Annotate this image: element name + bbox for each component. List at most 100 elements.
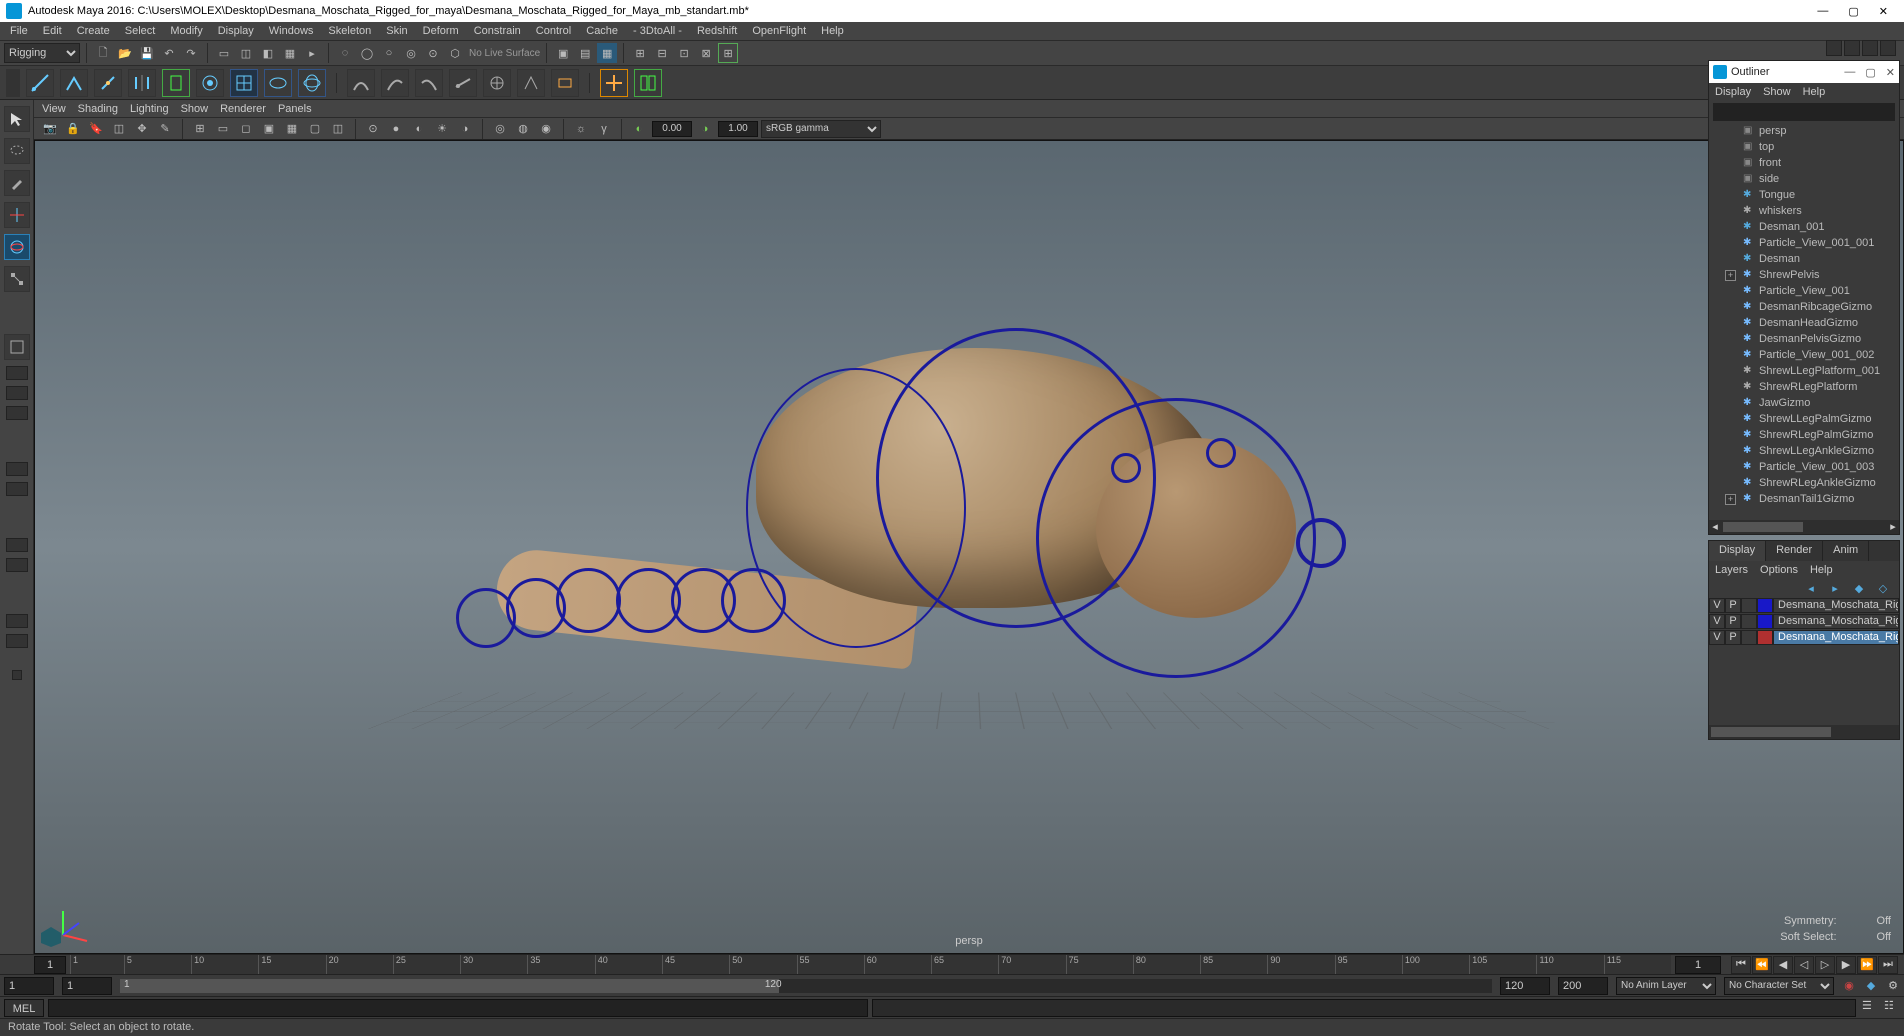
outliner-item[interactable]: ✱Desman bbox=[1709, 251, 1899, 267]
outliner-item[interactable]: ▣top bbox=[1709, 139, 1899, 155]
panel-layout-4-icon[interactable]: ⊠ bbox=[696, 43, 716, 63]
hik-create-icon[interactable] bbox=[600, 69, 628, 97]
outliner-menu-help[interactable]: Help bbox=[1803, 86, 1826, 98]
panel-layout-3-icon[interactable]: ⊡ bbox=[674, 43, 694, 63]
outliner-item[interactable]: +✱DesmanTail1Gizmo bbox=[1709, 491, 1899, 507]
vp-xray-icon[interactable]: ◍ bbox=[513, 119, 533, 139]
anim-prefs-icon[interactable]: ⚙ bbox=[1884, 977, 1902, 995]
menu-cache[interactable]: Cache bbox=[580, 23, 624, 39]
outliner-item[interactable]: +✱ShrewPelvis bbox=[1709, 267, 1899, 283]
joint-tool-icon[interactable] bbox=[26, 69, 54, 97]
rotate-tool-icon[interactable] bbox=[4, 234, 30, 260]
step-fwd-frame-icon[interactable]: ▶ bbox=[1836, 956, 1856, 974]
constraint-parent-icon[interactable] bbox=[347, 69, 375, 97]
constraint-aim-icon[interactable] bbox=[483, 69, 511, 97]
menu-skin[interactable]: Skin bbox=[380, 23, 413, 39]
wrap-icon[interactable] bbox=[298, 69, 326, 97]
constraint-point-icon[interactable] bbox=[381, 69, 409, 97]
script-editor-2-icon[interactable]: ☷ bbox=[1884, 999, 1902, 1017]
vp-lights-icon[interactable]: ☀ bbox=[432, 119, 452, 139]
outliner-item[interactable]: ✱Particle_View_001 bbox=[1709, 283, 1899, 299]
layer-playback-toggle[interactable]: P bbox=[1725, 614, 1741, 629]
vp-textured-icon[interactable]: ◐ bbox=[409, 119, 429, 139]
minimize-button[interactable]: — bbox=[1817, 5, 1828, 18]
vp-exposure-value[interactable] bbox=[652, 121, 692, 137]
vp-isolate-icon[interactable]: ◎ bbox=[490, 119, 510, 139]
menu-create[interactable]: Create bbox=[71, 23, 116, 39]
step-back-frame-icon[interactable]: ◀ bbox=[1773, 956, 1793, 974]
range-out-field[interactable] bbox=[1500, 977, 1550, 995]
close-button[interactable]: ✕ bbox=[1879, 5, 1888, 18]
time-end-frame[interactable] bbox=[1675, 956, 1721, 974]
new-scene-icon[interactable]: 🗋 bbox=[93, 43, 113, 63]
outliner-menu-display[interactable]: Display bbox=[1715, 86, 1751, 98]
layout-two-v-icon[interactable] bbox=[6, 406, 28, 420]
rig-tail-6-control[interactable] bbox=[721, 568, 786, 633]
select-all-icon[interactable]: ▦ bbox=[280, 43, 300, 63]
menu-windows[interactable]: Windows bbox=[263, 23, 320, 39]
rig-tail-3-control[interactable] bbox=[556, 568, 621, 633]
auto-key-toggle-icon[interactable]: ◉ bbox=[1840, 977, 1858, 995]
rig-eye-l-control[interactable] bbox=[1111, 453, 1141, 483]
vp-grid-icon[interactable]: ⊞ bbox=[190, 119, 210, 139]
outliner-item[interactable]: ✱ShrewRLegAnkleGizmo bbox=[1709, 475, 1899, 491]
range-end-field[interactable] bbox=[1558, 977, 1608, 995]
vp-grease-icon[interactable]: ✎ bbox=[155, 119, 175, 139]
vp-exposure-icon[interactable]: ◐ bbox=[629, 119, 649, 139]
layer-vis-toggle[interactable]: V bbox=[1709, 598, 1725, 613]
vp-safe-title-icon[interactable]: ◫ bbox=[328, 119, 348, 139]
outliner-scrollbar[interactable]: ◂▸ bbox=[1709, 520, 1899, 534]
outliner-item[interactable]: ✱Particle_View_001_002 bbox=[1709, 347, 1899, 363]
script-editor-icon[interactable]: ☰ bbox=[1862, 999, 1880, 1017]
outliner-item[interactable]: ✱ShrewRLegPlatform bbox=[1709, 379, 1899, 395]
layout-two-h-icon[interactable] bbox=[6, 386, 28, 400]
expand-icon[interactable]: + bbox=[1725, 270, 1736, 281]
set-driven-key-icon[interactable] bbox=[551, 69, 579, 97]
outliner-item[interactable]: ▣side bbox=[1709, 171, 1899, 187]
menu-select[interactable]: Select bbox=[119, 23, 162, 39]
layer-color-swatch[interactable] bbox=[1757, 598, 1773, 613]
vp-2d-pan-icon[interactable]: ✥ bbox=[132, 119, 152, 139]
orient-joint-icon[interactable] bbox=[162, 69, 190, 97]
command-input[interactable] bbox=[48, 999, 868, 1017]
display-layer-row[interactable]: VPDesmana_Moschata_Rigged bbox=[1709, 629, 1899, 645]
layer-move-down-icon[interactable]: ▸ bbox=[1825, 578, 1845, 598]
layer-color-swatch[interactable] bbox=[1757, 630, 1773, 645]
layout-four-icon[interactable] bbox=[6, 366, 28, 380]
vp-menu-lighting[interactable]: Lighting bbox=[130, 103, 169, 115]
time-ruler[interactable]: 1510152025303540455055606570758085909510… bbox=[70, 955, 1671, 974]
panel-layout-5-icon[interactable]: ⊞ bbox=[718, 43, 738, 63]
hypershade-toggle-icon[interactable] bbox=[6, 614, 28, 628]
chbox-tab-display[interactable]: Display bbox=[1709, 541, 1766, 561]
vp-menu-shading[interactable]: Shading bbox=[78, 103, 118, 115]
layer-display-type[interactable] bbox=[1741, 598, 1757, 613]
outliner-toggle-icon[interactable] bbox=[6, 538, 28, 552]
snap-point-icon[interactable]: ○ bbox=[379, 43, 399, 63]
outliner-search-input[interactable] bbox=[1713, 103, 1895, 121]
layer-playback-toggle[interactable]: P bbox=[1725, 598, 1741, 613]
step-back-key-icon[interactable]: ⏪ bbox=[1752, 956, 1772, 974]
vp-wireframe-icon[interactable]: ⊙ bbox=[363, 119, 383, 139]
layer-vis-toggle[interactable]: V bbox=[1709, 614, 1725, 629]
select-hier-icon[interactable]: ▸ bbox=[302, 43, 322, 63]
render-settings-icon[interactable]: ▦ bbox=[597, 43, 617, 63]
go-to-start-icon[interactable]: ⏮ bbox=[1731, 956, 1751, 974]
menu-control[interactable]: Control bbox=[530, 23, 577, 39]
snap-curve-icon[interactable]: ◯ bbox=[357, 43, 377, 63]
layout-three-2-icon[interactable] bbox=[6, 482, 28, 496]
display-layer-row[interactable]: VPDesmana_Moschata_Rigged_ bbox=[1709, 613, 1899, 629]
vp-exposure-toggle-icon[interactable]: ☼ bbox=[571, 119, 591, 139]
outliner-item[interactable]: ✱whiskers bbox=[1709, 203, 1899, 219]
layer-playback-toggle[interactable]: P bbox=[1725, 630, 1741, 645]
layers-menu-layers[interactable]: Layers bbox=[1715, 564, 1748, 576]
snap-grid-icon[interactable]: ◌ bbox=[335, 43, 355, 63]
display-layer-row[interactable]: VPDesmana_Moschata_Rigged_ bbox=[1709, 597, 1899, 613]
mirror-joint-icon[interactable] bbox=[128, 69, 156, 97]
rig-eye-r-control[interactable] bbox=[1206, 438, 1236, 468]
outliner-item[interactable]: ✱JawGizmo bbox=[1709, 395, 1899, 411]
menu-edit[interactable]: Edit bbox=[37, 23, 68, 39]
snap-view-icon[interactable]: ⊙ bbox=[423, 43, 443, 63]
outliner-titlebar[interactable]: Outliner — ▢ ✕ bbox=[1709, 61, 1899, 83]
vp-gate-mask-icon[interactable]: ▣ bbox=[259, 119, 279, 139]
layout-single-icon[interactable] bbox=[4, 334, 30, 360]
